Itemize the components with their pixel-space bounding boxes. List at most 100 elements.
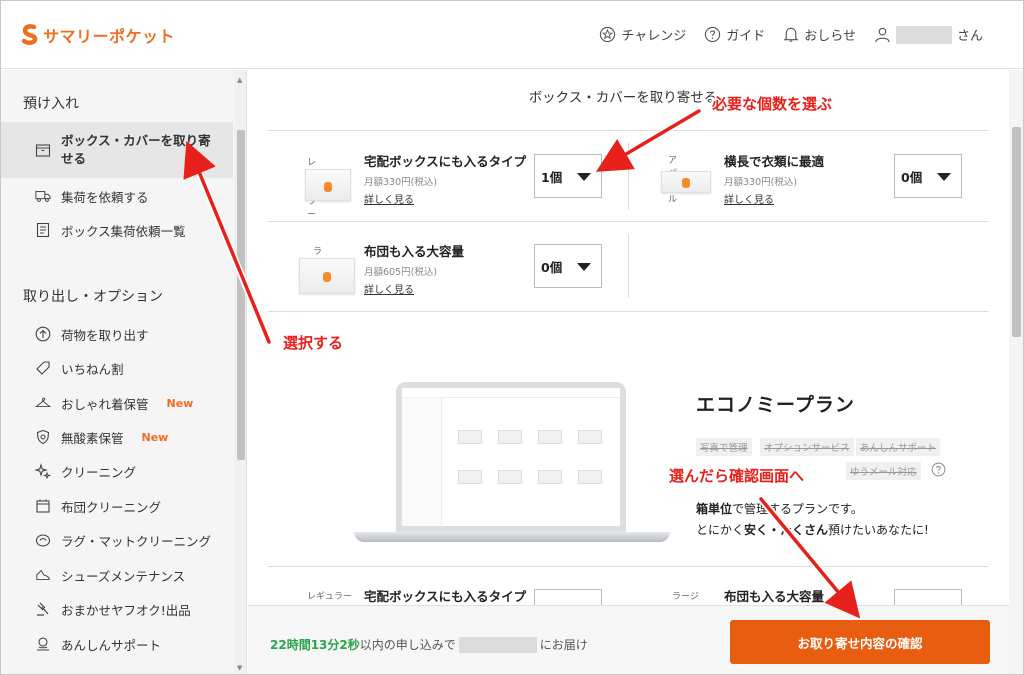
shield-icon (36, 429, 50, 445)
divider (268, 566, 988, 567)
upload-icon (35, 326, 51, 342)
bell-icon (783, 27, 799, 42)
divider (268, 130, 988, 131)
user-name-redacted (895, 25, 952, 44)
support-icon (37, 637, 49, 651)
auction-icon (37, 602, 49, 616)
hanger-icon (35, 397, 51, 408)
box-icon (35, 144, 51, 157)
sidebar-item-order-box[interactable]: ボックス・カバーを取り寄せる (1, 122, 233, 178)
rug-icon (35, 534, 51, 547)
product-type: ラージ (672, 592, 699, 602)
product-name: 布団も入る大容量 (364, 244, 465, 259)
sidebar-section-deposit: 預け入れ (23, 96, 79, 112)
sidebar-item-yearly-discount[interactable]: いちねん割 (1, 355, 233, 381)
sidebar-item-label: ラグ・マットクリーニング (61, 533, 212, 549)
sidebar-item-cleaning[interactable]: クリーニング (1, 458, 233, 484)
product-price: 月額605円(税込) (364, 267, 438, 278)
sidebar-item-label: シューズメンテナンス (61, 568, 186, 584)
plan-tag: あんしんサポート (856, 438, 941, 456)
sidebar-item-label: おしゃれ着保管 (61, 396, 149, 412)
sidebar-item-pickup-list[interactable]: ボックス集荷依頼一覧 (1, 217, 233, 243)
app-window: サマリーポケット チャレンジ ガイド おしらせ さん 預け入れ ボックス・カバー… (0, 0, 1024, 675)
logo-icon (21, 24, 38, 45)
sidebar-section-retrieve: 取り出し・オプション (23, 289, 163, 305)
sidebar-item-futon-cleaning[interactable]: 布団クリーニング (1, 493, 233, 519)
product-detail-link[interactable]: 詳しく見る (364, 281, 414, 296)
sidebar-item-fashion-storage[interactable]: おしゃれ着保管 New (1, 390, 233, 416)
delivery-timer: 22時間13分2秒 以内の申し込みで にお届け (270, 636, 588, 653)
main-content: ボックス・カバーを取り寄せる レギュラー 宅配ボックスにも入るタイプ 月額330… (248, 70, 1023, 674)
divider (628, 142, 629, 210)
nav-notice[interactable]: おしらせ (783, 25, 856, 44)
info-help-icon[interactable] (931, 462, 946, 477)
order-footer: 22時間13分2秒 以内の申し込みで にお届け お取り寄せ内容の確認 (248, 605, 1009, 674)
sidebar-item-support[interactable]: あんしんサポート (1, 631, 233, 657)
new-badge: New (166, 396, 194, 410)
chevron-down-icon (577, 263, 591, 271)
plan-description-2: とにかく安く・たくさん預けたいあなたに! (696, 523, 929, 537)
laptop-base (354, 532, 670, 542)
sidebar-item-label: ボックス・カバーを取り寄せる (61, 133, 211, 166)
laptop-illustration (396, 382, 626, 532)
sidebar-item-retrieve[interactable]: 荷物を取り出す (1, 321, 233, 347)
product-name: 布団も入る大容量 (724, 589, 825, 604)
sidebar-item-auction[interactable]: おまかせヤフオク!出品 (1, 596, 233, 622)
product-detail-link[interactable]: 詳しく見る (724, 191, 774, 206)
nav-challenge[interactable]: チャレンジ (599, 25, 686, 44)
app-name: サマリーポケット (43, 27, 176, 46)
plan-tag: オプションサービス (760, 438, 854, 456)
product-image (661, 171, 711, 193)
deliver-text: にお届け (539, 638, 588, 652)
user-menu[interactable]: さん (874, 25, 983, 44)
question-circle-icon (705, 26, 721, 43)
plan-title: エコノミープラン (696, 394, 855, 416)
product-name: 宅配ボックスにも入るタイプ (364, 589, 527, 604)
annotation-to-confirm: 選んだら確認画面へ (669, 467, 805, 485)
plan-tag: 写真で管理 (696, 438, 752, 456)
sidebar-scrollbar-thumb[interactable] (237, 130, 245, 460)
app-logo[interactable]: サマリーポケット (21, 23, 175, 47)
confirm-order-button[interactable]: お取り寄せ内容の確認 (730, 620, 990, 664)
product-detail-link[interactable]: 詳しく見る (364, 191, 414, 206)
sidebar-item-oxygen-free[interactable]: 無酸素保管 New (1, 424, 233, 450)
qty-select-large[interactable]: 0個 (534, 244, 602, 288)
document-icon (36, 222, 50, 238)
sidebar-scroll-up-icon[interactable]: ▲ (237, 76, 242, 84)
nav-guide[interactable]: ガイド (704, 25, 765, 44)
product-type: レギュラー (307, 592, 353, 602)
sidebar-item-shoe-maintenance[interactable]: シューズメンテナンス (1, 562, 233, 588)
qty-select-regular[interactable]: 1個 (534, 154, 602, 198)
top-header: サマリーポケット チャレンジ ガイド おしらせ さん (1, 1, 1023, 69)
sidebar-item-pickup[interactable]: 集荷を依頼する (1, 183, 233, 209)
star-circle-icon (600, 26, 616, 43)
nav-guide-label: ガイド (726, 29, 766, 44)
sidebar-item-label: 荷物を取り出す (61, 327, 149, 343)
divider (628, 234, 629, 298)
chevron-down-icon (577, 173, 591, 181)
annotation-select: 選択する (283, 334, 344, 352)
divider (268, 221, 988, 222)
timer-text: 以内の申し込みで (359, 638, 456, 652)
qty-select-apparel[interactable]: 0個 (894, 154, 962, 198)
nav-notice-label: おしらせ (804, 29, 856, 44)
main-scrollbar-thumb[interactable] (1012, 127, 1021, 337)
countdown: 22時間13分2秒 (270, 638, 360, 652)
sidebar-scroll-down-icon[interactable]: ▼ (237, 664, 242, 672)
sidebar-item-label: あんしんサポート (61, 637, 162, 653)
sidebar-item-label: いちねん割 (61, 361, 124, 377)
product-image (299, 258, 355, 294)
user-suffix: さん (956, 29, 983, 44)
header-nav: チャレンジ ガイド おしらせ さん (599, 25, 983, 44)
sidebar-item-label: 集荷を依頼する (61, 189, 149, 205)
sidebar-item-label: ボックス集荷依頼一覧 (61, 223, 186, 239)
futon-icon (36, 499, 50, 513)
qty-value: 0個 (901, 169, 923, 185)
sidebar-item-label: クリーニング (61, 464, 137, 480)
annotation-choose-qty: 必要な個数を選ぶ (712, 95, 833, 113)
sidebar-item-label: 布団クリーニング (61, 499, 162, 515)
sidebar: 預け入れ ボックス・カバーを取り寄せる 集荷を依頼する ボックス集荷依頼一覧 取… (1, 70, 247, 674)
qty-value: 0個 (541, 259, 563, 275)
sidebar-item-rug-cleaning[interactable]: ラグ・マットクリーニング (1, 527, 233, 553)
sidebar-item-label: 無酸素保管 (61, 430, 124, 446)
